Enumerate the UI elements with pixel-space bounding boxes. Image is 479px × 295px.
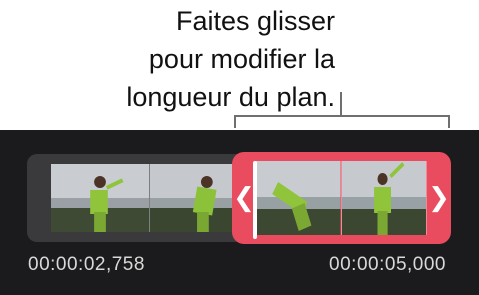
callout-line-1: Faites glisser bbox=[175, 6, 335, 36]
callout-line-3: longueur du plan. bbox=[126, 82, 335, 112]
playhead[interactable] bbox=[253, 161, 257, 239]
clip-thumbnail bbox=[341, 161, 427, 235]
clip-trim-illustration: Faites glisser pour modifier la longueur… bbox=[0, 0, 479, 295]
callout-bracket-right-end bbox=[448, 115, 450, 128]
selected-video-clip[interactable]: ❮ ❯ bbox=[232, 152, 451, 244]
selected-clip-filmstrip bbox=[256, 161, 427, 235]
clip-filmstrip bbox=[51, 164, 249, 232]
start-timecode: 00:00:02,758 bbox=[28, 254, 145, 275]
callout-bracket-stem bbox=[340, 92, 342, 116]
chevron-right-icon: ❯ bbox=[428, 183, 450, 213]
instruction-callout: Faites glisser pour modifier la longueur… bbox=[35, 2, 335, 116]
end-timecode: 00:00:05,000 bbox=[329, 254, 446, 275]
callout-bracket bbox=[234, 115, 450, 117]
right-trim-handle[interactable]: ❯ bbox=[427, 152, 451, 244]
timeline-panel: ❮ ❯ 00:00:02,758 00:00:05,000 bbox=[0, 130, 479, 295]
callout-bracket-left-end bbox=[234, 115, 236, 128]
video-clip[interactable] bbox=[27, 154, 249, 242]
chevron-left-icon: ❮ bbox=[233, 183, 255, 213]
clip-thumbnail bbox=[256, 161, 342, 235]
callout-line-2: pour modifier la bbox=[148, 44, 335, 74]
clip-thumbnail bbox=[51, 164, 150, 232]
